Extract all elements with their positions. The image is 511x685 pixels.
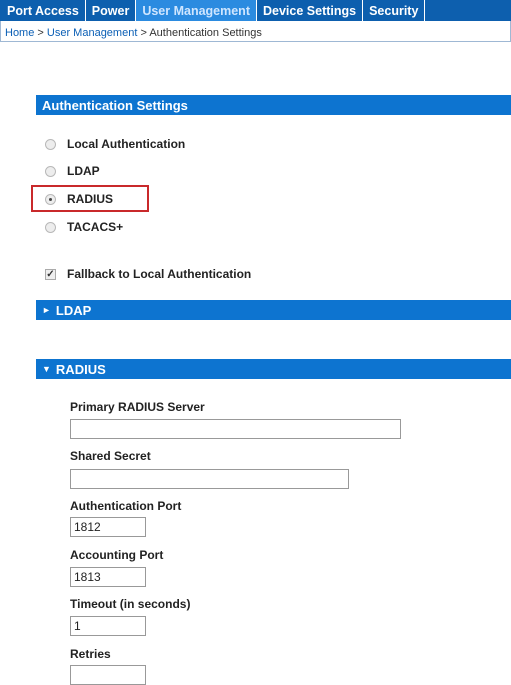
section-title: Authentication Settings xyxy=(42,97,188,113)
radio-label: TACACS+ xyxy=(67,220,124,234)
radius-section-header[interactable]: ▼ RADIUS xyxy=(36,359,511,379)
timeout-input[interactable] xyxy=(70,616,146,636)
shared-secret-label: Shared Secret xyxy=(70,449,151,463)
timeout-label: Timeout (in seconds) xyxy=(70,597,191,611)
tab-device-settings[interactable]: Device Settings xyxy=(257,0,364,21)
primary-radius-server-label: Primary RADIUS Server xyxy=(70,400,205,414)
radio-tacacs[interactable]: TACACS+ xyxy=(45,220,123,234)
collapse-arrow-icon: ▼ xyxy=(42,364,51,374)
expand-arrow-icon: ► xyxy=(42,305,51,315)
tab-power[interactable]: Power xyxy=(86,0,137,21)
radio-local-authentication[interactable]: Local Authentication xyxy=(45,137,185,151)
fallback-checkbox-row[interactable]: ✓ Fallback to Local Authentication xyxy=(45,267,251,281)
authentication-port-input[interactable] xyxy=(70,517,146,537)
radio-button[interactable] xyxy=(45,138,56,150)
fallback-checkbox[interactable]: ✓ xyxy=(45,268,56,280)
accounting-port-label: Accounting Port xyxy=(70,548,164,562)
radius-highlight-box xyxy=(31,185,149,212)
breadcrumb-user-management-link[interactable]: User Management xyxy=(47,27,138,39)
breadcrumb-current: Authentication Settings xyxy=(149,27,262,39)
breadcrumb: Home > User Management > Authentication … xyxy=(0,21,511,42)
radio-button[interactable] xyxy=(45,165,56,177)
accounting-port-input[interactable] xyxy=(70,567,146,587)
breadcrumb-separator: > xyxy=(34,27,47,39)
retries-input[interactable] xyxy=(70,665,146,685)
authentication-port-label: Authentication Port xyxy=(70,499,182,513)
authentication-settings-header: Authentication Settings xyxy=(36,95,511,115)
ldap-section-header[interactable]: ► LDAP xyxy=(36,300,511,320)
radio-label: LDAP xyxy=(67,164,100,178)
radio-button[interactable] xyxy=(45,221,56,233)
breadcrumb-home-link[interactable]: Home xyxy=(5,27,34,39)
tab-port-access[interactable]: Port Access xyxy=(1,0,86,21)
tab-security[interactable]: Security xyxy=(363,0,426,21)
retries-label: Retries xyxy=(70,647,111,661)
tab-user-management[interactable]: User Management xyxy=(136,0,257,21)
primary-radius-server-input[interactable] xyxy=(70,419,401,439)
section-title: LDAP xyxy=(55,302,92,318)
radio-ldap[interactable]: LDAP xyxy=(45,164,100,178)
fallback-label: Fallback to Local Authentication xyxy=(67,267,252,281)
top-nav: Port Access Power User Management Device… xyxy=(0,0,511,21)
shared-secret-input[interactable] xyxy=(70,469,349,489)
breadcrumb-separator: > xyxy=(137,27,150,39)
radio-label: Local Authentication xyxy=(67,137,186,151)
section-title: RADIUS xyxy=(55,361,106,377)
